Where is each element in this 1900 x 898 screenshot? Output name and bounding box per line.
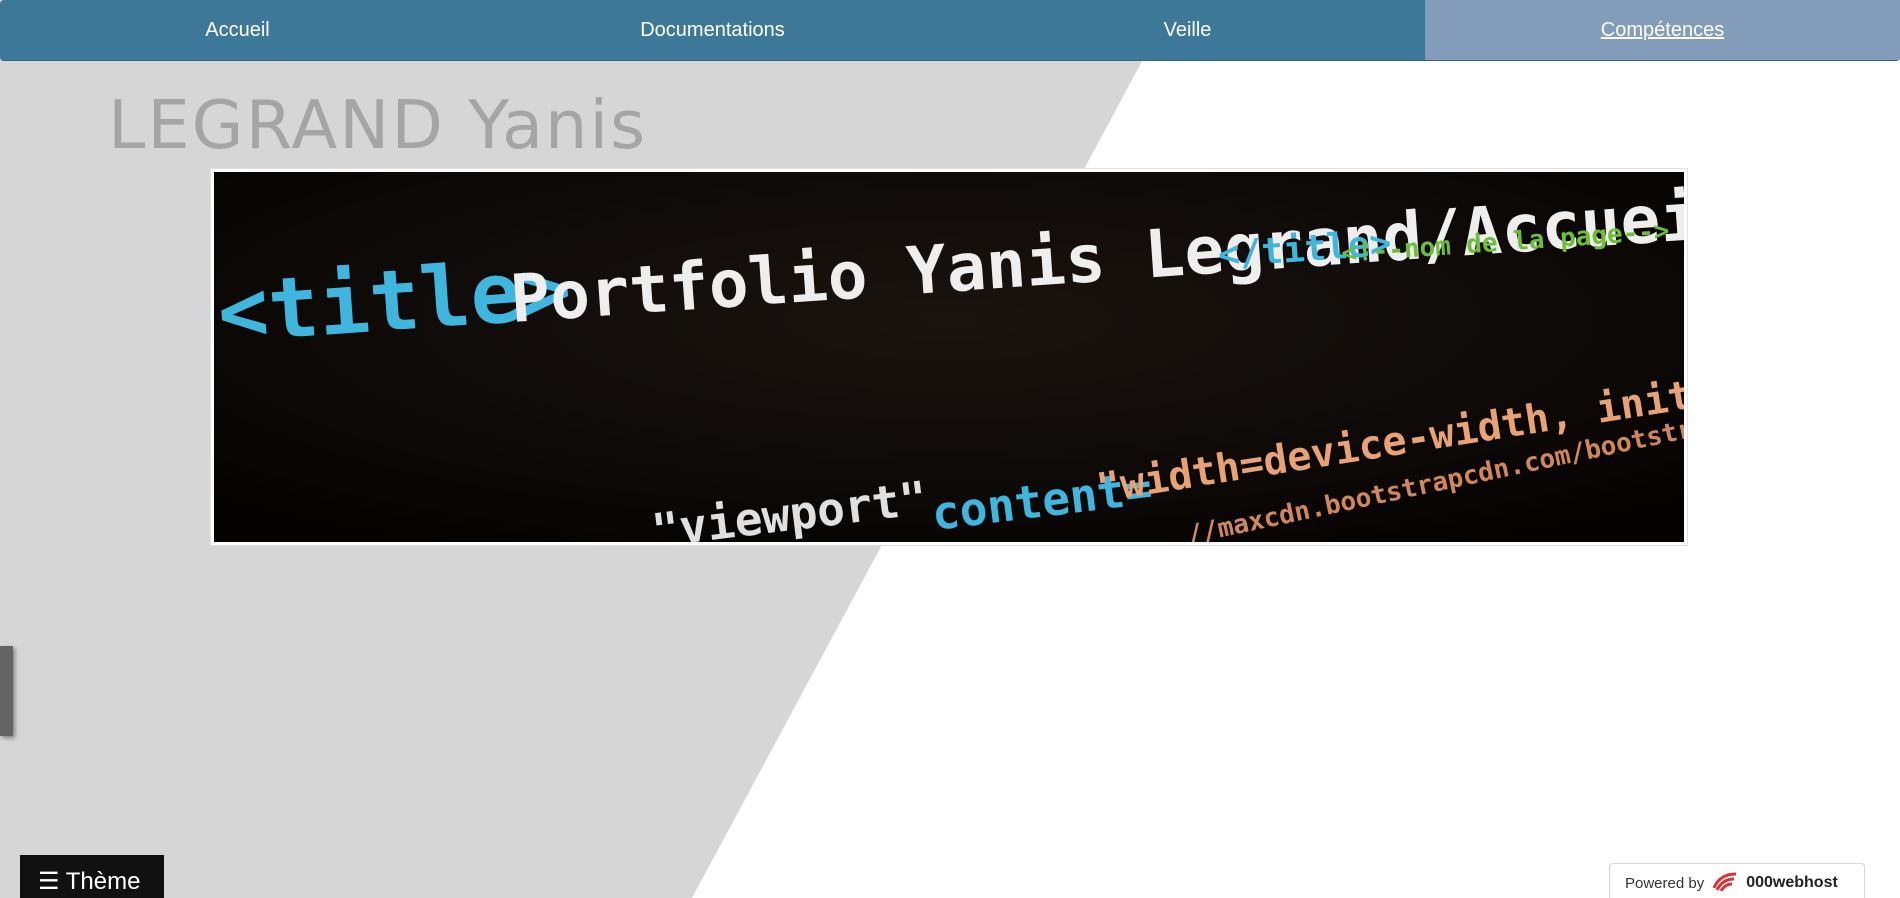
top-navbar: Accueil Documentations Veille Compétence…	[0, 0, 1900, 61]
theme-button[interactable]: ☰ Thème	[20, 855, 164, 898]
nav-accueil[interactable]: Accueil	[0, 0, 475, 60]
webhost-logo-icon	[1712, 870, 1738, 897]
powered-by-label: Powered by	[1625, 874, 1705, 892]
code-banner-image: <title> Portfolio Yanis Legrand/Accueil …	[210, 168, 1688, 546]
nav-veille[interactable]: Veille	[950, 0, 1425, 60]
nav-documentations[interactable]: Documentations	[475, 0, 950, 60]
page-title: LEGRAND Yanis	[108, 86, 648, 164]
powered-by-badge[interactable]: Powered by 000webhost	[1609, 863, 1865, 898]
side-drawer-handle[interactable]	[0, 646, 13, 736]
code-screenshot: <title> Portfolio Yanis Legrand/Accueil …	[214, 172, 1684, 542]
nav-competences[interactable]: Compétences	[1425, 0, 1900, 60]
webhost-brand: 000webhost	[1746, 874, 1838, 891]
